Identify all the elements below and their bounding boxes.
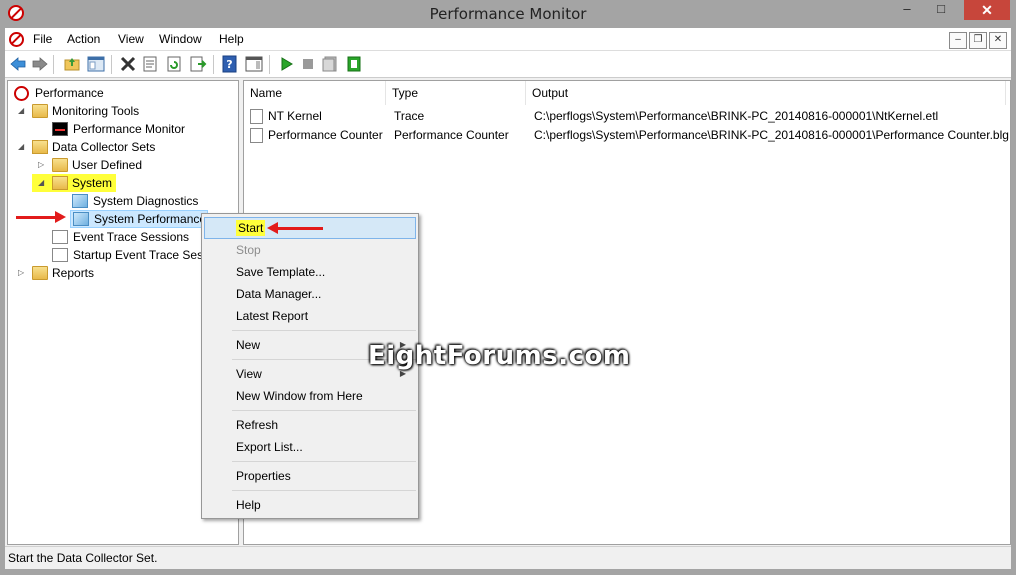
maximize-button[interactable]: □ xyxy=(928,0,954,20)
show-hide-action-pane-icon[interactable] xyxy=(245,55,263,73)
menu-item-latest-report[interactable]: Latest Report xyxy=(204,305,416,327)
reports-folder-icon xyxy=(32,266,48,280)
stop-icon[interactable] xyxy=(299,55,317,73)
menu-separator xyxy=(232,410,416,411)
data-collector-set-icon xyxy=(72,194,88,208)
toolbar-separator xyxy=(269,55,270,74)
performance-monitor-window: Performance Monitor – □ ✕ File Action Vi… xyxy=(0,0,1016,575)
forward-icon[interactable] xyxy=(31,55,49,73)
client-area: File Action View Window Help – ❐ ✕ ? Per… xyxy=(5,28,1011,569)
menu-item-properties[interactable]: Properties xyxy=(204,465,416,487)
delete-icon[interactable] xyxy=(119,55,137,73)
red-arrow-left-icon xyxy=(267,222,323,234)
menu-item-save-template[interactable]: Save Template... xyxy=(204,261,416,283)
menu-item-export-list[interactable]: Export List... xyxy=(204,436,416,458)
red-arrow-right-icon xyxy=(16,211,66,223)
performance-monitor-icon xyxy=(52,122,68,136)
up-folder-icon[interactable] xyxy=(63,55,81,73)
event-trace-icon xyxy=(52,248,68,262)
tree-item-system[interactable]: ◢ System xyxy=(32,174,116,192)
column-header-type[interactable]: Type xyxy=(386,81,526,105)
show-hide-tree-icon[interactable] xyxy=(87,55,105,73)
svg-text:?: ? xyxy=(226,58,232,71)
menu-item-data-manager[interactable]: Data Manager... xyxy=(204,283,416,305)
status-bar: Start the Data Collector Set. xyxy=(5,546,1011,569)
new-item-icon[interactable] xyxy=(345,55,363,73)
menu-item-new-window[interactable]: New Window from Here xyxy=(204,385,416,407)
toolbar-separator xyxy=(53,55,54,74)
column-header-output[interactable]: Output xyxy=(526,81,1006,105)
menu-help[interactable]: Help xyxy=(219,32,244,46)
properties-icon[interactable] xyxy=(141,55,159,73)
expanded-triangle-icon[interactable]: ◢ xyxy=(18,102,28,120)
toolbar: ? xyxy=(5,51,1011,78)
export-icon[interactable] xyxy=(189,55,207,73)
menu-item-refresh[interactable]: Refresh xyxy=(204,414,416,436)
list-item[interactable]: NT Kernel Trace C:\perflogs\System\Perfo… xyxy=(244,107,1010,126)
start-icon[interactable] xyxy=(277,55,295,73)
back-icon[interactable] xyxy=(9,55,27,73)
list-item[interactable]: Performance Counter Performance Counter … xyxy=(244,126,1010,145)
menu-separator xyxy=(232,490,416,491)
menu-window[interactable]: Window xyxy=(159,32,202,46)
help-icon[interactable]: ? xyxy=(221,55,239,73)
data-collector-sets-icon xyxy=(32,140,48,154)
collapsed-triangle-icon[interactable]: ▷ xyxy=(18,264,28,282)
latest-report-icon[interactable] xyxy=(321,55,339,73)
watermark: EightForums.com xyxy=(368,341,631,371)
menu-item-help[interactable]: Help xyxy=(204,494,416,516)
collapsed-triangle-icon[interactable]: ▷ xyxy=(38,156,48,174)
menu-file[interactable]: File xyxy=(33,32,52,46)
mdi-controls: – ❐ ✕ xyxy=(947,31,1007,49)
mmc-system-menu-icon[interactable] xyxy=(9,32,24,47)
column-header-name[interactable]: Name xyxy=(244,81,386,105)
toolbar-separator xyxy=(111,55,112,74)
menu-bar: File Action View Window Help – ❐ ✕ xyxy=(5,28,1011,51)
menu-item-stop: Stop xyxy=(236,243,261,257)
toolbar-separator xyxy=(213,55,214,74)
menu-separator xyxy=(232,330,416,331)
menu-separator xyxy=(232,461,416,462)
performance-counter-icon xyxy=(250,128,263,143)
refresh-icon[interactable] xyxy=(165,55,183,73)
close-button[interactable]: ✕ xyxy=(964,0,1010,20)
window-title: Performance Monitor xyxy=(429,5,587,23)
menu-view[interactable]: View xyxy=(118,32,144,46)
title-bar[interactable]: Performance Monitor – □ ✕ xyxy=(0,0,1016,28)
system-folder-icon xyxy=(52,176,68,190)
performance-icon xyxy=(14,86,29,101)
trace-icon xyxy=(250,109,263,124)
mdi-restore-button[interactable]: ❐ xyxy=(969,32,987,49)
minimize-button[interactable]: – xyxy=(894,0,920,20)
mdi-minimize-button[interactable]: – xyxy=(949,32,967,49)
menu-action[interactable]: Action xyxy=(67,32,100,46)
data-collector-set-icon xyxy=(73,212,89,226)
tree-item-system-performance[interactable]: System Performance xyxy=(70,210,208,228)
folder-icon xyxy=(32,104,48,118)
event-trace-icon xyxy=(52,230,68,244)
mdi-close-button[interactable]: ✕ xyxy=(989,32,1007,49)
user-folder-icon xyxy=(52,158,68,172)
expanded-triangle-icon[interactable]: ◢ xyxy=(18,138,28,156)
expanded-triangle-icon[interactable]: ◢ xyxy=(38,174,48,192)
